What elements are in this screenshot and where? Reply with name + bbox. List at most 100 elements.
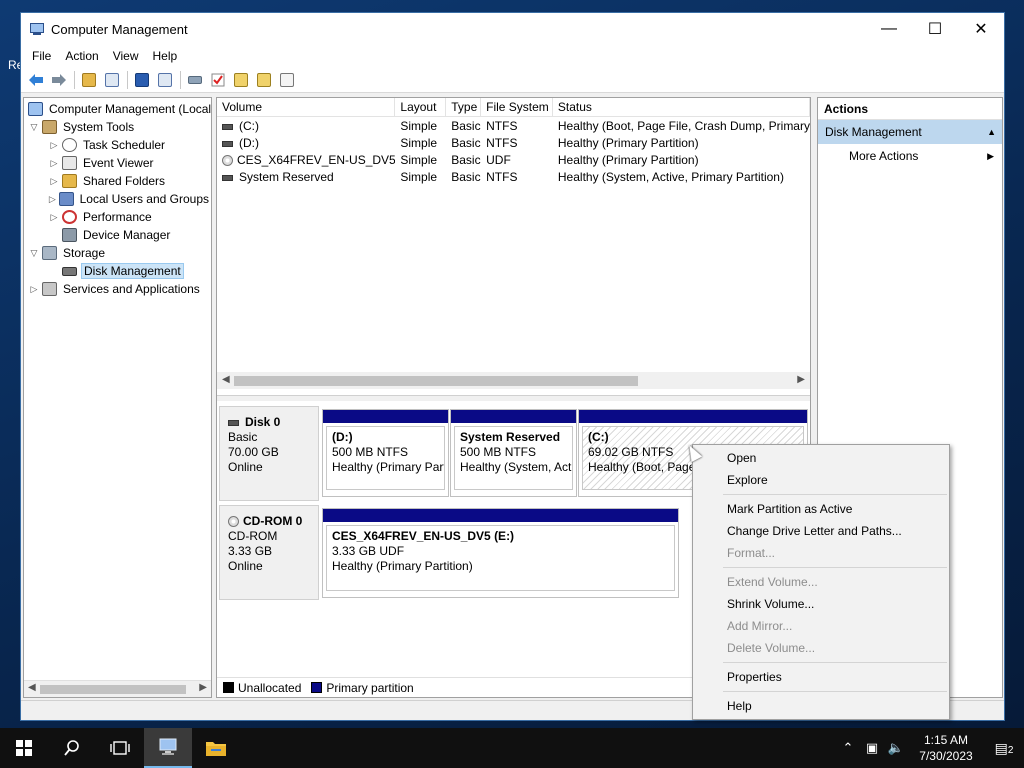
table-row[interactable]: (D:) Simple Basic NTFS Healthy (Primary …: [217, 135, 810, 152]
partition-system-reserved[interactable]: System Reserved 500 MB NTFS Healthy (Sys…: [450, 409, 577, 497]
clock-time: 1:15 AM: [923, 733, 969, 747]
network-icon[interactable]: ▣: [860, 740, 884, 756]
table-row[interactable]: System Reserved Simple Basic NTFS Health…: [217, 169, 810, 186]
menu-view[interactable]: View: [106, 45, 146, 67]
tree-item-system-tools[interactable]: ▽ System Tools: [24, 118, 211, 136]
window-title: Computer Management: [51, 21, 188, 37]
menu-action[interactable]: Action: [58, 45, 105, 67]
back-arrow-icon: [29, 73, 43, 86]
maximize-button[interactable]: ☐: [912, 13, 958, 45]
menu-separator: [723, 662, 947, 663]
expand-chevron-icon[interactable]: ▷: [48, 194, 57, 205]
check-button[interactable]: [207, 69, 229, 91]
column-header-status[interactable]: Status: [553, 98, 810, 116]
tree-item-local-users-groups[interactable]: ▷ Local Users and Groups: [24, 190, 211, 208]
help-button[interactable]: [131, 69, 153, 91]
menu-item-properties[interactable]: Properties: [693, 666, 949, 688]
actions-section-disk-management[interactable]: Disk Management ▲: [818, 120, 1002, 144]
up-one-level-button[interactable]: [78, 69, 100, 91]
start-button[interactable]: [0, 728, 48, 768]
scroll-right-icon[interactable]: ▶: [797, 374, 805, 385]
volume-list-header: Volume Layout Type File System Status: [217, 98, 810, 117]
menu-item-mark-partition-active[interactable]: Mark Partition as Active: [693, 498, 949, 520]
action-center-button[interactable]: ▤2: [984, 740, 1024, 757]
column-header-file-system[interactable]: File System: [481, 98, 553, 116]
tree-item-task-scheduler[interactable]: ▷ Task Scheduler: [24, 136, 211, 154]
tree-item-device-manager[interactable]: Device Manager: [24, 226, 211, 244]
menu-item-help[interactable]: Help: [693, 695, 949, 717]
column-header-volume[interactable]: Volume: [217, 98, 396, 116]
more-actions-item[interactable]: More Actions ▶: [818, 144, 1002, 168]
computer-management-icon: [159, 738, 177, 755]
search-icon: [64, 740, 79, 756]
disk-0-label[interactable]: Disk 0 Basic 70.00 GB Online: [219, 406, 319, 501]
tree-item-performance[interactable]: ▷ Performance: [24, 208, 211, 226]
taskbar-file-explorer[interactable]: [192, 728, 240, 768]
tree-item-storage[interactable]: ▽ Storage: [24, 244, 211, 262]
show-hide-tree-button[interactable]: [101, 69, 123, 91]
action-pane-icon: [158, 72, 172, 87]
menu-item-change-drive-letter[interactable]: Change Drive Letter and Paths...: [693, 520, 949, 542]
tree-item-event-viewer[interactable]: ▷ Event Viewer: [24, 154, 211, 172]
tree-item-disk-management[interactable]: Disk Management: [24, 262, 211, 280]
back-button[interactable]: [25, 69, 47, 91]
collapse-chevron-icon[interactable]: ▽: [28, 248, 40, 259]
unallocated-swatch: [223, 682, 234, 693]
column-header-type[interactable]: Type: [446, 98, 482, 116]
close-button[interactable]: ✕: [958, 13, 1004, 45]
scroll-thumb[interactable]: [40, 685, 186, 694]
taskbar-computer-management[interactable]: [144, 728, 192, 768]
task-view-button[interactable]: [96, 728, 144, 768]
search-button[interactable]: [48, 728, 96, 768]
collapse-chevron-icon[interactable]: ▽: [28, 122, 40, 133]
task-view-icon: [110, 741, 130, 755]
import-button[interactable]: [230, 69, 252, 91]
title-bar[interactable]: Computer Management — ☐ ✕: [21, 13, 1004, 45]
expand-chevron-icon[interactable]: ▷: [28, 284, 40, 295]
column-header-layout[interactable]: Layout: [395, 98, 447, 116]
table-row[interactable]: CES_X64FREV_EN-US_DV5 (E:) Simple Basic …: [217, 152, 810, 169]
forward-button[interactable]: [48, 69, 70, 91]
chevron-up-icon[interactable]: ⌃: [836, 740, 860, 756]
menu-item-explore[interactable]: Explore: [693, 469, 949, 491]
show-hide-action-pane-button[interactable]: [154, 69, 176, 91]
toolbar-separator: [180, 70, 181, 89]
menu-file[interactable]: File: [25, 45, 58, 67]
scroll-left-icon[interactable]: ◀: [222, 374, 230, 385]
partition-d[interactable]: (D:) 500 MB NTFS Healthy (Primary Part: [322, 409, 449, 497]
properties-button[interactable]: [276, 69, 298, 91]
console-tree: Computer Management (Local ▽ System Tool…: [23, 97, 212, 698]
menu-item-open[interactable]: Open: [693, 447, 949, 469]
actions-header: Actions: [818, 98, 1002, 120]
search-button[interactable]: [253, 69, 275, 91]
volume-list-horizontal-scrollbar[interactable]: ◀ ▶: [217, 372, 810, 389]
scroll-thumb[interactable]: [234, 376, 638, 386]
expand-chevron-icon[interactable]: ▷: [48, 158, 60, 169]
collapse-triangle-icon[interactable]: ▲: [987, 120, 996, 144]
clock[interactable]: 1:15 AM 7/30/2023: [908, 732, 984, 764]
expand-chevron-icon[interactable]: ▷: [48, 140, 60, 151]
connect-button[interactable]: [184, 69, 206, 91]
tree-item-shared-folders[interactable]: ▷ Shared Folders: [24, 172, 211, 190]
cdrom-0-label[interactable]: CD-ROM 0 CD-ROM 3.33 GB Online: [219, 505, 319, 600]
storage-icon: [42, 246, 57, 260]
expand-chevron-icon[interactable]: ▷: [48, 212, 60, 223]
scroll-left-icon[interactable]: ◀: [28, 682, 36, 693]
primary-partition-bar: [579, 410, 807, 423]
expand-chevron-icon[interactable]: ▷: [48, 176, 60, 187]
table-row[interactable]: (C:) Simple Basic NTFS Healthy (Boot, Pa…: [217, 118, 810, 135]
minimize-button[interactable]: —: [866, 13, 912, 45]
submenu-arrow-icon: ▶: [987, 151, 994, 161]
primary-partition-bar: [323, 509, 678, 522]
menu-help[interactable]: Help: [146, 45, 185, 67]
menu-separator: [723, 567, 947, 568]
partition-e[interactable]: CES_X64FREV_EN-US_DV5 (E:) 3.33 GB UDF H…: [322, 508, 679, 598]
tree-item-services-applications[interactable]: ▷ Services and Applications: [24, 280, 211, 298]
scroll-right-icon[interactable]: ▶: [199, 682, 207, 693]
cd-drive-icon: [228, 516, 239, 527]
tree-item-computer-management[interactable]: Computer Management (Local: [24, 100, 211, 118]
menu-item-shrink-volume[interactable]: Shrink Volume...: [693, 593, 949, 615]
clock-icon: [62, 138, 77, 152]
volume-muted-icon[interactable]: 🔈: [884, 740, 908, 756]
tree-horizontal-scrollbar[interactable]: ◀ ▶: [24, 680, 211, 697]
